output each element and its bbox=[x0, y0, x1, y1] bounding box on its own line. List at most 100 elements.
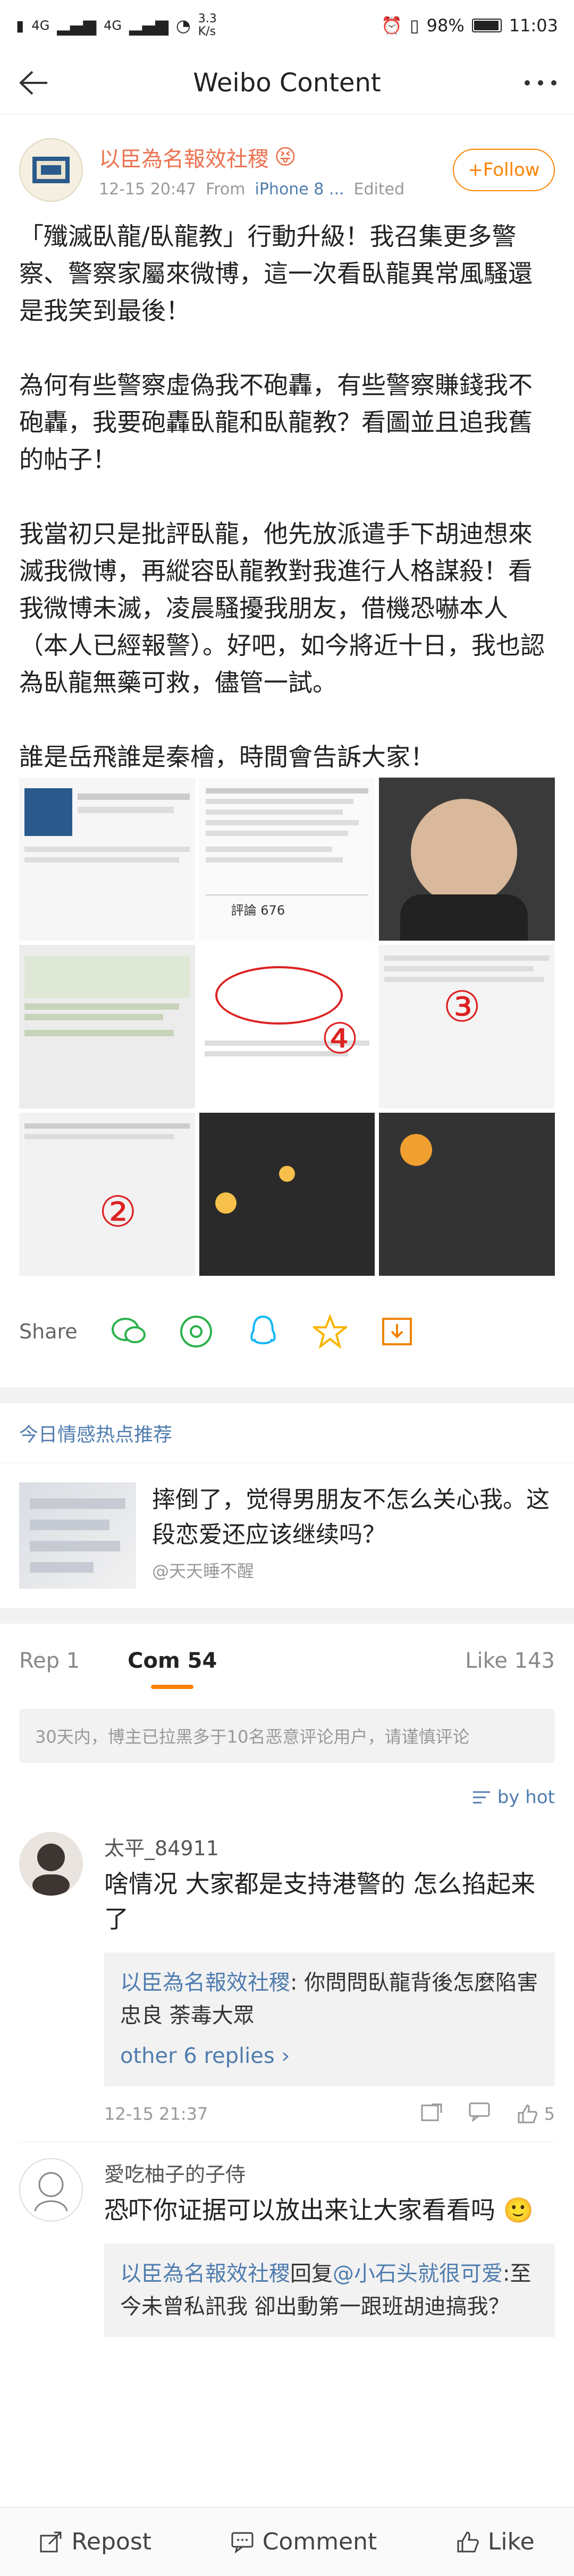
wifi-icon: ◔ bbox=[175, 15, 191, 36]
reply-preview[interactable]: 以臣為名報效社稷: 你問問臥龍背後怎麼陷害忠良 荼毒大眾 other 6 rep… bbox=[104, 1952, 555, 2086]
author-emoji: 😝 bbox=[274, 144, 297, 169]
network-label-2: 4G bbox=[104, 18, 122, 33]
repost-icon bbox=[40, 2531, 62, 2552]
annotation-4: ④ bbox=[320, 1014, 359, 1064]
more-replies-link[interactable]: other 6 replies › bbox=[120, 2040, 539, 2072]
reply-author[interactable]: 以臣為名報效社稷 bbox=[120, 2262, 290, 2286]
repost-comment-icon[interactable] bbox=[421, 2102, 442, 2126]
speed-label: 3.3 K/s bbox=[198, 12, 217, 38]
commenter-avatar[interactable] bbox=[19, 2158, 83, 2222]
post-source[interactable]: iPhone 8 ... bbox=[255, 180, 344, 199]
post-image-2[interactable]: 評論 676 bbox=[199, 778, 375, 941]
recommend-thumbnail[interactable] bbox=[19, 1482, 136, 1589]
author-avatar[interactable] bbox=[19, 138, 83, 202]
tab-likes[interactable]: Like 143 bbox=[465, 1649, 555, 1689]
comment-notice: 30天内，博主已拉黑多于10名恶意评论用户，请谨慎评论 bbox=[19, 1709, 555, 1763]
comment-item: 愛吃柚子的子侍 恐吓你证据可以放出来让大家看看吗 🙂 以臣為名報效社稷回复@小石… bbox=[0, 2142, 574, 2353]
sort-label[interactable]: by hot bbox=[497, 1787, 555, 1808]
comment-like-count: 5 bbox=[544, 2104, 555, 2124]
post-image-4[interactable] bbox=[19, 945, 195, 1108]
signal-icon: ▂▄▆ bbox=[57, 15, 97, 36]
post-image-5[interactable]: ④ bbox=[199, 945, 375, 1108]
favorite-star-icon[interactable] bbox=[307, 1309, 353, 1354]
battery-icon bbox=[471, 19, 502, 32]
back-arrow-icon[interactable] bbox=[15, 64, 52, 101]
author-name-text[interactable]: 以臣為名報效社稷 bbox=[99, 142, 269, 173]
recommend-item[interactable]: 摔倒了，觉得男朋友不怎么关心我。这段恋爱还应该继续吗？ @天天睡不醒 bbox=[0, 1463, 574, 1608]
repost-label[interactable]: Repost bbox=[71, 2528, 151, 2555]
commenter-avatar[interactable] bbox=[19, 1832, 83, 1896]
post-image-6[interactable]: ③ bbox=[379, 945, 555, 1108]
sort-control[interactable]: by hot bbox=[0, 1779, 574, 1816]
post-header: 以臣為名報效社稷 😝 12-15 20:47 From iPhone 8 ...… bbox=[0, 115, 574, 212]
like-label[interactable]: Like bbox=[488, 2528, 535, 2555]
author-block: 以臣為名報效社稷 😝 12-15 20:47 From iPhone 8 ...… bbox=[99, 142, 453, 199]
tab-repost[interactable]: Rep 1 bbox=[19, 1649, 80, 1689]
clock: 11:03 bbox=[509, 15, 558, 36]
commenter-name[interactable]: 愛吃柚子的子侍 bbox=[104, 2158, 555, 2187]
reply-comment-icon[interactable] bbox=[469, 2102, 490, 2126]
tab-comments[interactable]: Com 54 bbox=[128, 1649, 217, 1689]
status-bar: ▮ 4G ▂▄▆ 4G ▂▄▆ ◔ 3.3 K/s ⏰ ▯ 98% 11:03 bbox=[0, 0, 574, 51]
wechat-icon[interactable] bbox=[106, 1309, 152, 1354]
post-body: 「殲滅臥龍/臥龍教」行動升級！我召集更多警察、警察家屬來微博，這一次看臥龍異常風… bbox=[0, 212, 574, 775]
image-grid: 評論 676 ④ ③ ② bbox=[19, 778, 555, 1276]
post-image-7[interactable]: ② bbox=[19, 1112, 195, 1276]
like-button[interactable]: Like bbox=[456, 2528, 535, 2555]
reply-mention[interactable]: @小石头就很可爱 bbox=[333, 2262, 503, 2286]
recommend-text[interactable]: 摔倒了，觉得男朋友不怎么关心我。这段恋爱还应该继续吗？ bbox=[152, 1482, 555, 1553]
post-paragraph: 為何有些警察虛偽我不砲轟，有些警察賺錢我不砲轟，我要砲轟臥龍和臥龍教？看圖並且追… bbox=[19, 371, 533, 474]
post-image-8[interactable] bbox=[199, 1112, 375, 1276]
sort-icon bbox=[472, 1791, 490, 1804]
post-meta: 12-15 20:47 From iPhone 8 ... Edited bbox=[99, 180, 453, 199]
like-comment-button[interactable]: 5 bbox=[517, 2103, 555, 2125]
signal-icon-2: ▂▄▆ bbox=[129, 15, 168, 36]
share-label: Share bbox=[19, 1320, 78, 1343]
author-name[interactable]: 以臣為名報效社稷 😝 bbox=[99, 142, 453, 173]
post-image-9[interactable] bbox=[379, 1112, 555, 1276]
commenter-name[interactable]: 太平_84911 bbox=[104, 1832, 555, 1861]
reply-author[interactable]: 以臣為名報效社稷 bbox=[120, 1971, 290, 1995]
recommend-source: @天天睡不醒 bbox=[152, 1561, 255, 1581]
comment-label[interactable]: Comment bbox=[263, 2528, 377, 2555]
network-label: 4G bbox=[31, 18, 50, 33]
reply-verb: 回复 bbox=[290, 2262, 333, 2286]
post-paragraph: 誰是岳飛誰是秦檜，時間會告訴大家！ bbox=[19, 743, 435, 771]
moments-icon[interactable] bbox=[173, 1309, 219, 1354]
section-gap bbox=[0, 1387, 574, 1403]
annotation-2: ② bbox=[99, 1187, 137, 1236]
battery-percent: 98% bbox=[426, 15, 465, 36]
comment-icon bbox=[231, 2532, 254, 2554]
image-comment-count: 評論 676 bbox=[231, 903, 285, 918]
thumbs-up-icon bbox=[518, 2104, 537, 2123]
post-paragraph: 「殲滅臥龍/臥龍教」行動升級！我召集更多警察、警察家屬來微博，這一次看臥龍異常風… bbox=[19, 222, 533, 325]
share-bar: Share bbox=[0, 1276, 574, 1387]
comment-emoji: 🙂 bbox=[503, 2196, 534, 2224]
comment-time: 12-15 21:37 bbox=[104, 2104, 208, 2124]
status-right: ⏰ ▯ 98% 11:03 bbox=[381, 15, 558, 36]
qq-icon[interactable] bbox=[240, 1309, 286, 1354]
comment-body: 太平_84911 啥情况 大家都是支持港警的 怎么掐起来了 以臣為名報效社稷: … bbox=[104, 1832, 555, 2126]
recommend-content: 摔倒了，觉得男朋友不怎么关心我。这段恋爱还应该继续吗？ @天天睡不醒 bbox=[152, 1482, 555, 1589]
post-image-3[interactable] bbox=[379, 778, 555, 941]
post-image-1[interactable] bbox=[19, 778, 195, 941]
thumbs-up-icon bbox=[457, 2531, 479, 2552]
sim-icon: ▮ bbox=[16, 16, 24, 35]
save-image-icon[interactable] bbox=[374, 1309, 420, 1354]
edited-label: Edited bbox=[353, 180, 405, 199]
reply-preview[interactable]: 以臣為名報效社稷回复@小石头就很可爱:至今未曾私訊我 卻出動第一跟班胡迪搞我？ bbox=[104, 2244, 555, 2337]
comment-text: 恐吓你证据可以放出来让大家看看吗 🙂 bbox=[104, 2193, 555, 2228]
status-left: ▮ 4G ▂▄▆ 4G ▂▄▆ ◔ 3.3 K/s bbox=[16, 13, 230, 38]
section-gap bbox=[0, 1608, 574, 1624]
repost-button[interactable]: Repost bbox=[39, 2528, 151, 2555]
post-timestamp: 12-15 20:47 bbox=[99, 180, 197, 199]
source-prefix: From bbox=[206, 180, 246, 199]
follow-button[interactable]: +Follow bbox=[453, 149, 555, 191]
comment-footer: 12-15 21:37 5 bbox=[104, 2102, 555, 2126]
comment-button[interactable]: Comment bbox=[231, 2528, 377, 2555]
comment-text-content: 恐吓你证据可以放出来让大家看看吗 bbox=[104, 2196, 495, 2224]
page-title: Weibo Content bbox=[193, 67, 381, 98]
annotation-3: ③ bbox=[443, 982, 482, 1032]
more-options-icon[interactable] bbox=[522, 64, 559, 101]
avatar-emblem-icon bbox=[32, 157, 70, 183]
